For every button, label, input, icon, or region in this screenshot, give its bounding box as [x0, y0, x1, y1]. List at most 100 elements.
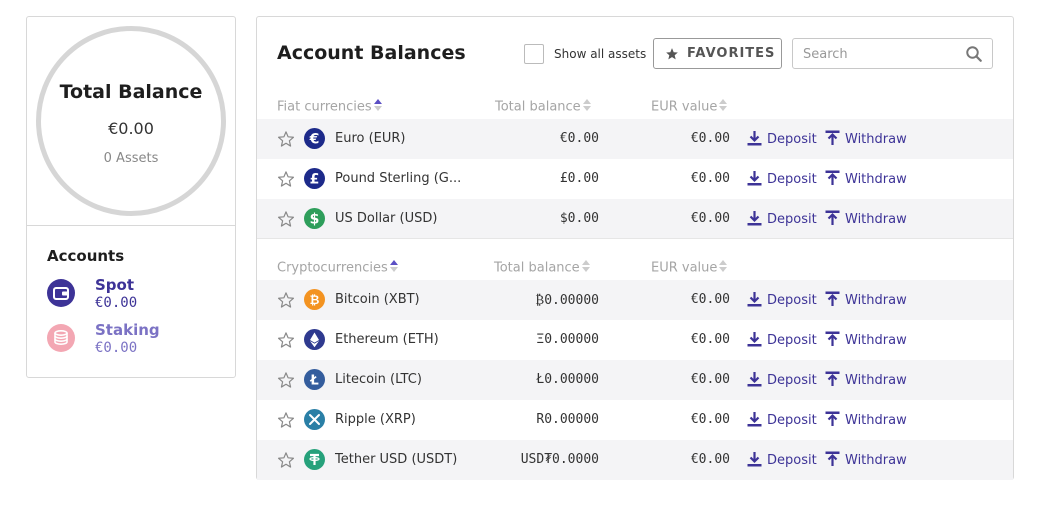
favorites-button[interactable]: FAVORITES — [653, 38, 782, 69]
upload-icon — [825, 170, 840, 190]
download-icon — [747, 331, 762, 351]
euro-icon: € — [304, 128, 325, 149]
search-icon[interactable] — [965, 45, 983, 67]
sort-asc-icon — [389, 260, 398, 276]
deposit-button[interactable]: Deposit — [747, 411, 817, 431]
upload-icon — [825, 331, 840, 351]
asset-name: Bitcoin (XBT) — [335, 292, 420, 307]
table-row: Tether USD (USDT) USD₮0.0000 €0.00 Deposit W… — [257, 440, 1013, 480]
withdraw-button[interactable]: Withdraw — [825, 331, 907, 351]
asset-balance: $0.00 — [559, 211, 599, 226]
account-value: €0.00 — [95, 340, 138, 356]
header-label: Total balance — [495, 99, 581, 115]
deposit-button[interactable]: Deposit — [747, 210, 817, 230]
bitcoin-icon: ₿ — [304, 289, 325, 310]
asset-balance: £0.00 — [559, 171, 599, 186]
asset-eur-value: €0.00 — [690, 452, 730, 467]
account-staking[interactable]: Staking €0.00 — [47, 321, 227, 356]
asset-eur-value: €0.00 — [690, 131, 730, 146]
favorite-star-icon[interactable] — [277, 170, 295, 192]
favorite-star-icon[interactable] — [277, 451, 295, 473]
deposit-label: Deposit — [767, 212, 817, 227]
deposit-label: Deposit — [767, 333, 817, 348]
asset-name: US Dollar (USD) — [335, 211, 438, 226]
assets-count-value: 0 — [103, 151, 112, 166]
asset-name: Litecoin (LTC) — [335, 372, 422, 387]
deposit-label: Deposit — [767, 413, 817, 428]
ethereum-icon — [304, 329, 325, 350]
withdraw-label: Withdraw — [845, 333, 907, 348]
download-icon — [747, 411, 762, 431]
asset-name: Euro (EUR) — [335, 131, 406, 146]
favorite-star-icon[interactable] — [277, 210, 295, 232]
account-spot[interactable]: Spot €0.00 — [47, 276, 227, 311]
favorites-label: FAVORITES — [687, 46, 776, 61]
deposit-button[interactable]: Deposit — [747, 130, 817, 150]
download-icon — [747, 371, 762, 391]
asset-name: Tether USD (USDT) — [335, 452, 458, 467]
deposit-button[interactable]: Deposit — [747, 170, 817, 190]
table-row: $ US Dollar (USD) $0.00 €0.00 Deposit Withdra… — [257, 199, 1013, 239]
withdraw-button[interactable]: Withdraw — [825, 371, 907, 391]
assets-count-label: Assets — [116, 151, 159, 166]
tether-icon — [304, 449, 325, 470]
deposit-button[interactable]: Deposit — [747, 291, 817, 311]
sort-icon — [719, 99, 728, 115]
deposit-button[interactable]: Deposit — [747, 371, 817, 391]
fiat-balance-header[interactable]: Total balance — [495, 99, 591, 115]
show-all-checkbox[interactable] — [524, 44, 544, 64]
header-label: EUR value — [651, 260, 718, 276]
litecoin-icon: Ł — [304, 369, 325, 390]
ripple-icon — [304, 409, 325, 430]
withdraw-button[interactable]: Withdraw — [825, 170, 907, 190]
download-icon — [747, 451, 762, 471]
favorite-star-icon[interactable] — [277, 371, 295, 393]
deposit-label: Deposit — [767, 453, 817, 468]
wallet-icon — [47, 279, 75, 307]
deposit-label: Deposit — [767, 293, 817, 308]
deposit-button[interactable]: Deposit — [747, 331, 817, 351]
deposit-label: Deposit — [767, 132, 817, 147]
asset-balance: Ξ0.00000 — [536, 332, 599, 347]
withdraw-label: Withdraw — [845, 212, 907, 227]
crypto-name-header[interactable]: Cryptocurrencies — [277, 260, 398, 276]
upload-icon — [825, 210, 840, 230]
crypto-balance-header[interactable]: Total balance — [494, 260, 590, 276]
upload-icon — [825, 371, 840, 391]
asset-balance: R0.00000 — [536, 412, 599, 427]
header-label: Cryptocurrencies — [277, 260, 388, 276]
asset-eur-value: €0.00 — [690, 292, 730, 307]
asset-name: Pound Sterling (G... — [335, 171, 462, 186]
upload-icon — [825, 130, 840, 150]
fiat-name-header[interactable]: Fiat currencies — [277, 99, 382, 115]
svg-text:€: € — [309, 132, 320, 148]
asset-eur-value: €0.00 — [690, 372, 730, 387]
withdraw-button[interactable]: Withdraw — [825, 411, 907, 431]
total-balance-ring: Total Balance €0.00 0 Assets — [36, 26, 226, 216]
table-row: Ethereum (ETH) Ξ0.00000 €0.00 Deposit Withdr… — [257, 320, 1013, 360]
withdraw-button[interactable]: Withdraw — [825, 130, 907, 150]
account-value: €0.00 — [95, 295, 138, 311]
search-input[interactable] — [803, 45, 953, 63]
deposit-button[interactable]: Deposit — [747, 451, 817, 471]
fiat-eur-header[interactable]: EUR value — [651, 99, 728, 115]
download-icon — [747, 291, 762, 311]
withdraw-button[interactable]: Withdraw — [825, 210, 907, 230]
total-balance-title: Total Balance — [59, 81, 203, 103]
withdraw-button[interactable]: Withdraw — [825, 291, 907, 311]
favorite-star-icon[interactable] — [277, 291, 295, 313]
favorite-star-icon[interactable] — [277, 411, 295, 433]
favorite-star-icon[interactable] — [277, 130, 295, 152]
deposit-label: Deposit — [767, 373, 817, 388]
balance-summary-panel: Total Balance €0.00 0 Assets Accounts Sp… — [26, 16, 236, 378]
asset-eur-value: €0.00 — [690, 171, 730, 186]
asset-name: Ethereum (ETH) — [335, 332, 439, 347]
account-name: Spot — [95, 276, 135, 294]
table-row: Ripple (XRP) R0.00000 €0.00 Deposit Withdraw — [257, 400, 1013, 440]
favorite-star-icon[interactable] — [277, 331, 295, 353]
sort-asc-icon — [373, 99, 382, 115]
crypto-eur-header[interactable]: EUR value — [651, 260, 728, 276]
account-name: Staking — [95, 321, 160, 339]
withdraw-button[interactable]: Withdraw — [825, 451, 907, 471]
upload-icon — [825, 291, 840, 311]
